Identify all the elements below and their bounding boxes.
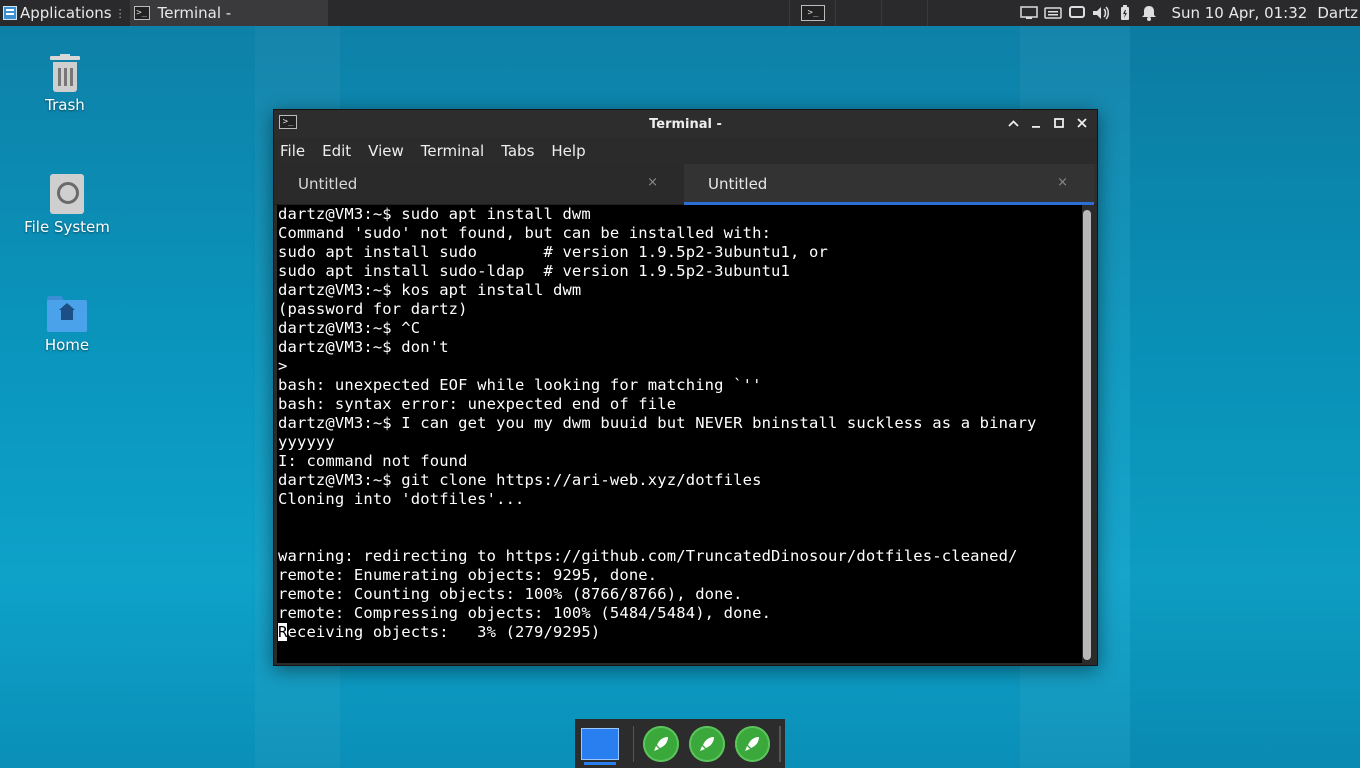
user-menu[interactable]: Dartz — [1317, 4, 1358, 22]
terminal-line: bash: syntax error: unexpected end of fi… — [278, 395, 677, 413]
menu-help[interactable]: Help — [551, 142, 585, 160]
keyboard-icon[interactable] — [1041, 0, 1065, 26]
tab-label: Untitled — [708, 175, 768, 193]
terminal-line: sudo apt install sudo # version 1.9.5p2-… — [278, 243, 828, 261]
window-titlebar[interactable]: >_ Terminal - — [274, 110, 1097, 138]
terminal-line: dartz@VM3:~$ ^C — [278, 319, 421, 337]
show-desktop-button[interactable] — [581, 727, 619, 765]
desktop-icon-home[interactable]: Home — [12, 296, 122, 354]
terminal-icon: >_ — [800, 5, 825, 21]
terminal-line: sudo apt install sudo-ldap # version 1.9… — [278, 262, 791, 280]
applications-label: Applications — [20, 4, 112, 22]
trash-icon — [50, 54, 80, 92]
tab-close-icon[interactable]: × — [1057, 175, 1068, 190]
terminal-line: remote: Counting objects: 100% (8766/876… — [278, 585, 743, 603]
terminal-line: > — [278, 357, 297, 375]
tab-close-icon[interactable]: × — [647, 175, 658, 190]
taskbar-terminal-label: Terminal - — [157, 4, 232, 22]
menu-file[interactable]: File — [280, 142, 305, 160]
taskbar-terminal-button[interactable]: >_ Terminal - — [129, 0, 328, 26]
terminal-output[interactable]: dartz@VM3:~$ sudo apt install dwm Command… — [277, 205, 1082, 663]
drive-icon — [50, 174, 84, 214]
workspace-2[interactable] — [835, 0, 881, 26]
dock-separator — [632, 725, 635, 762]
menu-tabs[interactable]: Tabs — [501, 142, 534, 160]
bottom-dock — [575, 719, 785, 768]
launcher-rocket-icon[interactable] — [643, 725, 679, 762]
terminal-scrollbar[interactable] — [1083, 210, 1091, 660]
clock[interactable]: Sun 10 Apr, 01:32 — [1171, 4, 1307, 22]
close-button[interactable] — [1074, 115, 1090, 131]
applications-menu-button[interactable]: Applications ⋮ — [0, 0, 130, 26]
terminal-text: dartz@VM3:~$ sudo apt install dwm Command… — [277, 205, 1082, 661]
terminal-line: (password for dartz) — [278, 300, 468, 318]
window-title: Terminal - — [649, 116, 722, 132]
notifications-bell-icon[interactable] — [1137, 0, 1161, 26]
menu-edit[interactable]: Edit — [322, 142, 351, 160]
terminal-line: Receiving objects: 3% (279/9295) — [278, 623, 1082, 642]
terminal-line-text: eceiving objects: 3% (279/9295) — [287, 623, 601, 641]
volume-icon[interactable] — [1089, 0, 1113, 26]
terminal-line: Command 'sudo' not found, but can be ins… — [278, 224, 772, 242]
display-icon[interactable] — [1065, 0, 1089, 26]
top-panel: Applications ⋮ >_ Terminal - >_ Sun 10 A… — [0, 0, 1360, 26]
tab-untitled-2[interactable]: Untitled × — [684, 164, 1094, 205]
tab-bar: Untitled × Untitled × — [274, 164, 1097, 205]
network-icon[interactable] — [1017, 0, 1041, 26]
tab-label: Untitled — [298, 175, 358, 193]
desktop-icon-trash[interactable]: Trash — [10, 54, 120, 114]
desktop-icon-file-system[interactable]: File System — [12, 174, 122, 236]
menu-grip-icon: ⋮ — [114, 6, 126, 20]
dock-separator — [779, 725, 781, 762]
terminal-line: dartz@VM3:~$ I can get you my dwm buuid … — [278, 414, 1037, 432]
scrollbar-thumb[interactable] — [1083, 210, 1091, 660]
launcher-rocket-icon[interactable] — [734, 725, 771, 762]
terminal-line: I: command not found — [278, 452, 468, 470]
terminal-line: dartz@VM3:~$ sudo apt install dwm — [278, 205, 591, 223]
terminal-icon: >_ — [279, 115, 297, 129]
terminal-icon: >_ — [133, 6, 150, 20]
terminal-line: dartz@VM3:~$ don't — [278, 338, 449, 356]
workspace-1[interactable]: >_ — [789, 0, 835, 26]
battery-icon[interactable] — [1113, 0, 1137, 26]
terminal-line: remote: Enumerating objects: 9295, done. — [278, 566, 658, 584]
terminal-line: warning: redirecting to https://github.c… — [278, 547, 1018, 565]
maximize-button[interactable] — [1051, 115, 1067, 131]
workspace-3[interactable] — [881, 0, 927, 26]
home-folder-icon — [47, 296, 87, 332]
workspace-switcher[interactable]: >_ — [789, 0, 973, 26]
menu-bar: File Edit View Terminal Tabs Help — [274, 138, 1097, 164]
applications-menu-icon — [3, 6, 17, 20]
workspace-4[interactable] — [927, 0, 973, 26]
terminal-line: remote: Compressing objects: 100% (5484/… — [278, 604, 772, 622]
desktop-icon-label: Home — [44, 336, 90, 354]
minimize-button[interactable] — [1028, 115, 1044, 131]
menu-view[interactable]: View — [368, 142, 404, 160]
shade-button[interactable] — [1005, 115, 1021, 131]
terminal-line: Cloning into 'dotfiles'... — [278, 490, 525, 508]
menu-terminal[interactable]: Terminal — [421, 142, 484, 160]
terminal-line: dartz@VM3:~$ kos apt install dwm — [278, 281, 582, 299]
terminal-line: yyyyyy — [278, 433, 335, 451]
terminal-window[interactable]: >_ Terminal - File Edit View Terminal Ta… — [273, 109, 1098, 666]
desktop-icon-label: File System — [24, 218, 110, 236]
launcher-rocket-icon[interactable] — [689, 725, 725, 762]
tab-untitled-1[interactable]: Untitled × — [274, 164, 684, 204]
desktop-icon-label: Trash — [45, 96, 85, 114]
terminal-line: bash: unexpected EOF while looking for m… — [278, 376, 762, 394]
terminal-line: dartz@VM3:~$ git clone https://ari-web.x… — [278, 471, 762, 489]
